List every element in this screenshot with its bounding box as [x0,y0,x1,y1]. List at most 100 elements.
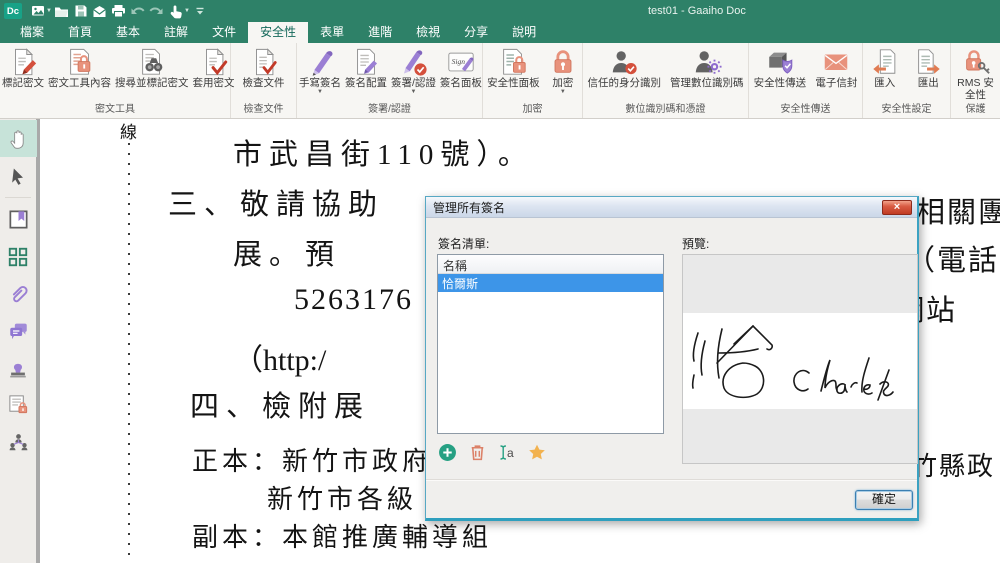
open-button[interactable] [53,2,71,20]
doc-text-line: （電話 [906,237,999,279]
tab-form[interactable]: 表單 [308,22,356,43]
doc-import-arrow-icon [870,46,900,77]
doc-text-line: 副本：本館推廣輔導組 [192,517,492,554]
add-icon [438,443,457,462]
signature-list-item[interactable]: 恰爾斯 [438,274,663,292]
tab-file[interactable]: 檔案 [8,22,56,43]
group-secure-send: 安全性傳送 電子信封 安全性傳送 [749,43,863,118]
print-button[interactable] [110,2,128,20]
hand-tool[interactable] [0,120,37,157]
sign-panel-icon: Sign [446,46,476,77]
svg-text:a: a [507,446,514,460]
stamps-panel-button[interactable] [0,349,37,386]
tab-home[interactable]: 首頁 [56,22,104,43]
signature-panel-button[interactable]: Sign 簽名面板 [438,45,484,90]
doc-text-line: 四、檢附展 [190,383,370,425]
select-tool[interactable] [0,157,37,194]
envelope-icon [821,46,851,77]
redo-icon[interactable] [148,2,166,20]
signature-list-toolbar: a [437,442,547,462]
listbox-name-column-header[interactable]: 名稱 [438,255,663,274]
group-label-secure-send: 安全性傳送 [749,103,862,118]
share-panel-button[interactable] [0,423,37,460]
group-inspect-document: 檢查文件 檢查文件 [231,43,297,118]
new-from-image-dropdown-icon[interactable]: ▼ [46,8,52,14]
email-button[interactable] [91,2,109,20]
dialog-footer-separator [426,479,917,481]
search-and-redact-button[interactable]: 搜尋並標記密文 [113,45,191,90]
mark-redaction-button[interactable]: 標記密文 [0,45,46,90]
undo-icon[interactable] [129,2,147,20]
delete-signature-button[interactable] [467,442,487,462]
set-default-signature-button[interactable] [527,442,547,462]
sign-certify-dropdown-icon[interactable]: ▼ [410,89,416,96]
purple-pen-icon [305,46,335,77]
doc-text-line: 新竹市各級 [267,479,417,516]
apply-redaction-button[interactable]: 套用密文 [191,45,237,90]
touch-mode-button[interactable] [167,2,185,20]
handwritten-signature-button[interactable]: 手寫簽名 ▼ [297,45,343,97]
rename-signature-button[interactable]: a [497,442,517,462]
add-signature-button[interactable] [437,442,457,462]
signature-preview-image [683,313,917,409]
attachments-panel-button[interactable] [0,275,37,312]
svg-text:Sign: Sign [452,56,466,65]
handwritten-signature-dropdown-icon[interactable]: ▼ [317,89,323,96]
window-titlebar[interactable]: Dc ▼ ▼ test01 - Gaaiho Doc [0,0,1000,22]
customize-quick-access-icon[interactable] [191,2,209,20]
person-check-icon [609,46,639,77]
encrypt-dropdown-icon[interactable]: ▼ [560,89,566,96]
touch-mode-dropdown-icon[interactable]: ▼ [184,8,190,14]
dialog-title: 管理所有簽名 [433,199,882,216]
tab-share[interactable]: 分享 [452,22,500,43]
cursor-arrow-icon [8,165,28,187]
manage-digital-ids-button[interactable]: 管理數位識別碼 [668,45,746,90]
comments-panel-button[interactable] [0,312,37,349]
export-button[interactable]: 匯出 [911,45,945,90]
tab-security[interactable]: 安全性 [248,22,308,43]
signature-listbox[interactable]: 名稱 恰爾斯 [437,254,664,434]
doc-text-line: 展。預 [233,231,341,273]
comments-icon [7,320,30,342]
sign-certify-button[interactable]: 簽署/認證 ▼ [389,45,438,97]
rms-security-button[interactable]: RMS 安全性 [952,45,1000,102]
encrypt-button[interactable]: 加密 ▼ [546,45,580,97]
import-button[interactable]: 匯入 [868,45,902,90]
signature-layout-button[interactable]: 簽名配置 [343,45,389,90]
e-envelope-button[interactable]: 電子信封 [813,45,859,90]
paperclip-icon [7,283,29,305]
trusted-identities-button[interactable]: 信任的身分識別 [586,45,664,90]
inspect-document-button[interactable]: 檢查文件 [241,45,287,90]
dialog-titlebar[interactable]: 管理所有簽名 × [426,197,917,218]
window-title: test01 - Gaaiho Doc [648,0,746,22]
ok-button[interactable]: 確定 [855,490,913,510]
dialog-close-button[interactable]: × [882,200,912,215]
group-redaction-tools: 標記密文 密文工具內容 搜尋並標記密文 套用密文 密文工具 [0,43,231,118]
tab-advanced[interactable]: 進階 [356,22,404,43]
doc-binoculars-icon [137,46,167,77]
app-logo[interactable]: Dc [4,3,22,19]
tab-basic[interactable]: 基本 [104,22,152,43]
group-label-digital-ids: 數位識別碼和憑證 [583,103,748,118]
new-from-image-button[interactable] [29,2,47,20]
tab-view[interactable]: 檢視 [404,22,452,43]
security-panel-button-side[interactable] [0,386,37,423]
tab-comment[interactable]: 註解 [152,22,200,43]
doc-inspect-check-icon [249,46,279,77]
tab-help[interactable]: 說明 [500,22,548,43]
lock-key-icon [961,46,991,77]
secure-send-button[interactable]: 安全性傳送 [752,45,809,90]
tab-document[interactable]: 文件 [200,22,248,43]
rename-icon: a [497,443,517,462]
doc-text-line: 相關團 [916,189,1000,231]
manage-signatures-dialog: 管理所有簽名 × 簽名清單: 名稱 恰爾斯 a 預覽: [425,196,919,521]
thumbnails-grid-icon [7,246,29,268]
group-label-sign: 簽署/認證 [297,103,482,118]
bookmarks-panel-button[interactable] [0,201,37,238]
redaction-properties-button[interactable]: 密文工具內容 [46,45,113,90]
doc-text-line: 三、敬請協助 [168,181,384,223]
security-panel-button[interactable]: 安全性面板 [485,45,542,90]
save-button[interactable] [72,2,90,20]
group-label-protect: 保護 [951,103,1000,118]
page-thumbnails-panel-button[interactable] [0,238,37,275]
